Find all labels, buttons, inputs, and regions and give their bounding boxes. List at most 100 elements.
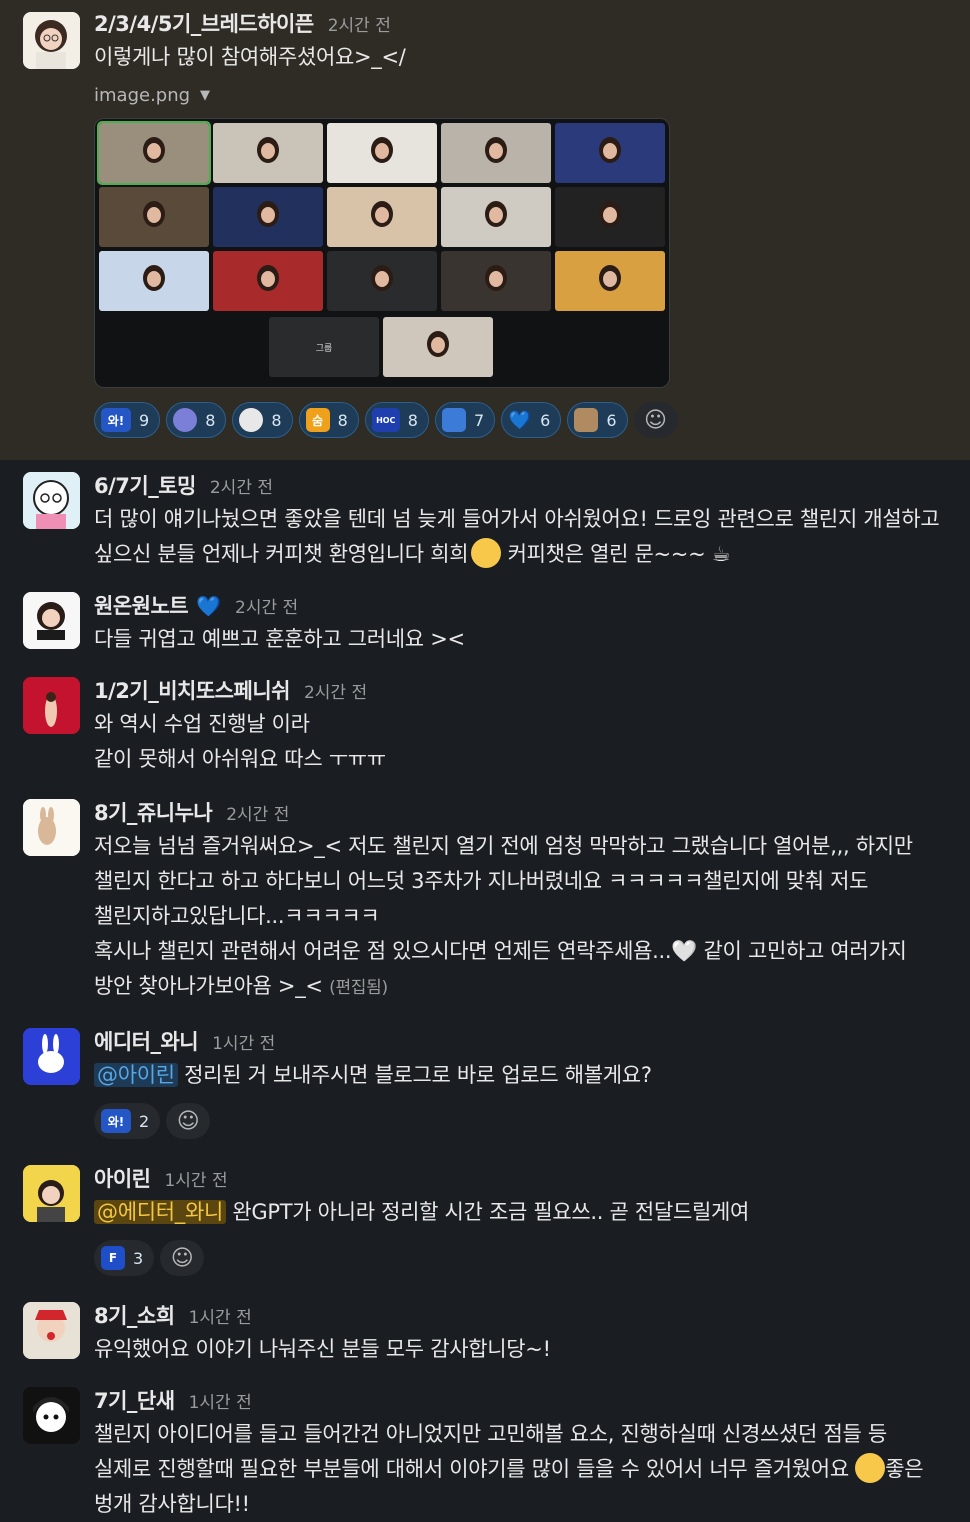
file-name: image.png — [94, 85, 191, 106]
message-text-part: 정리된 거 보내주시면 블로그로 바로 업로드 해볼게요? — [177, 1063, 652, 1087]
add-reaction-icon[interactable]: ☺ — [633, 402, 678, 438]
timestamp[interactable]: 1시간 전 — [212, 1029, 275, 1054]
reaction-pill[interactable]: 💙 6 — [501, 402, 562, 438]
reaction-count: 8 — [271, 410, 282, 430]
reaction-pill[interactable]: 와! 2 — [94, 1103, 161, 1139]
video-tile — [213, 187, 323, 247]
coffee-emoji-icon: ☕ — [711, 542, 731, 566]
timestamp[interactable]: 2시간 전 — [328, 11, 391, 36]
blob-emoji-icon — [173, 408, 198, 432]
reaction-count: 8 — [407, 410, 418, 430]
message-text: 같이 못해서 아쉬워요 따스 ㅜㅠㅠ — [94, 747, 386, 771]
reaction-pill[interactable]: 8 — [166, 402, 227, 438]
relieved-emoji-icon — [855, 1453, 886, 1483]
message-text: 더 많이 얘기나눴으면 좋았을 텐데 넘 늦게 들어가서 아쉬웠어요! 드로잉 … — [94, 502, 950, 572]
reaction-count: 9 — [139, 410, 150, 430]
message-text: 다들 귀엽고 예쁘고 훈훈하고 그러네요 >< — [94, 627, 465, 651]
video-tile — [213, 123, 323, 183]
user-mention[interactable]: @아이린 — [94, 1063, 178, 1087]
sender-name[interactable]: 7기_단새 — [94, 1385, 175, 1415]
message-item: 아이린 1시간 전 @에디터_와니 완GPT가 아니라 정리할 시간 조금 필요… — [0, 1149, 970, 1286]
message-text: @에디터_와니 완GPT가 아니라 정리할 시간 조금 필요쓰.. 곧 전달드릴… — [94, 1195, 950, 1230]
reaction-count: 7 — [473, 410, 485, 430]
face-emoji-icon — [239, 408, 264, 432]
timestamp[interactable]: 2시간 전 — [304, 678, 367, 703]
avatar[interactable] — [23, 677, 80, 734]
message-text: @아이린 정리된 거 보내주시면 블로그로 바로 업로드 해볼게요? — [94, 1058, 950, 1093]
timestamp[interactable]: 1시간 전 — [189, 1388, 252, 1413]
reaction-bar: F3 ☺ — [94, 1240, 950, 1276]
sender-name[interactable]: 8기_소희 — [94, 1300, 175, 1330]
message-text: 저오늘 넘넘 즐거워써요>_< 저도 챌린지 열기 전에 엄청 막막하고 그랬습… — [94, 834, 913, 928]
white-heart-icon: 🤍 — [671, 939, 698, 963]
avatar[interactable] — [23, 472, 80, 529]
reaction-pill[interactable]: 6 — [567, 402, 628, 438]
message-text: 챌린지 아이디어를 들고 들어간건 아니었지만 고민해볼 요소, 진행하실때 신… — [94, 1417, 950, 1522]
video-tile — [555, 187, 665, 247]
reaction-count: 8 — [205, 410, 216, 430]
sender-name[interactable]: 1/2기_비치또스페니쉬 — [94, 675, 290, 705]
reaction-count: 6 — [606, 410, 617, 430]
message-item: 7기_단새 1시간 전 챌린지 아이디어를 들고 들어간건 아니었지만 고민해볼… — [0, 1373, 970, 1522]
message-text-part: 혹시나 챌린지 관련해서 어려운 점 있으시다면 언제든 연락주세욤... — [94, 939, 672, 963]
sender-name[interactable]: 원온원노트 — [94, 590, 189, 620]
message-item: 8기_쥬니누나 2시간 전 저오늘 넘넘 즐거워써요>_< 저도 챌린지 열기 … — [0, 783, 970, 1012]
message-item: 8기_소희 1시간 전 유익했어요 이야기 나눠주신 분들 모두 감사합니당~! — [0, 1286, 970, 1373]
blue-heart-icon: 💙 — [196, 594, 222, 618]
message-item: 6/7기_토밍 2시간 전 더 많이 얘기나눴으면 좋았을 텐데 넘 늦게 들어… — [0, 460, 970, 578]
timestamp[interactable]: 1시간 전 — [164, 1166, 227, 1191]
video-tile — [97, 121, 211, 185]
reaction-pill[interactable]: F3 — [94, 1240, 155, 1276]
avatar[interactable] — [23, 12, 80, 69]
video-tile — [441, 251, 551, 311]
message-text-part: 챌린지 아이디어를 들고 들어간건 아니었지만 고민해볼 요소, 진행하실때 신… — [94, 1422, 887, 1481]
avatar[interactable] — [23, 592, 80, 649]
timestamp[interactable]: 2시간 전 — [210, 473, 273, 498]
avatar[interactable] — [23, 1165, 80, 1222]
video-tile — [441, 123, 551, 183]
reaction-pill[interactable]: 7 — [434, 402, 496, 438]
hoc-emoji-icon: HOC — [371, 408, 400, 432]
edited-label: (편집됨) — [329, 978, 388, 998]
video-tile — [327, 251, 437, 311]
avatar[interactable] — [23, 1028, 80, 1085]
avatar-illustration — [23, 472, 80, 529]
message-item: 원온원노트 💙 2시간 전 다들 귀엽고 예쁘고 훈훈하고 그러네요 >< — [0, 578, 970, 663]
message-text: 이렇게나 많이 참여해주셨어요>_</ — [94, 45, 406, 69]
timestamp[interactable]: 1시간 전 — [189, 1303, 252, 1328]
puppy-emoji-icon — [574, 408, 599, 432]
message-item: 에디터_와니 1시간 전 @아이린 정리된 거 보내주시면 블로그로 바로 업로… — [0, 1012, 970, 1149]
caret-down-icon[interactable]: ▼ — [200, 88, 210, 103]
image-attachment[interactable]: 그룹 — [94, 118, 670, 388]
avatar[interactable] — [23, 799, 80, 856]
reaction-pill[interactable]: 숨8 — [298, 402, 359, 438]
reaction-pill[interactable]: 8 — [232, 402, 293, 438]
sender-name[interactable]: 2/3/4/5기_브레드하이픈 — [94, 8, 314, 38]
sugo-emoji-icon: 숨 — [305, 408, 330, 432]
avatar-illustration — [23, 799, 80, 856]
sender-name[interactable]: 6/7기_토밍 — [94, 470, 196, 500]
reaction-pill[interactable]: 와! 9 — [94, 402, 161, 438]
video-tile — [99, 251, 209, 311]
sender-name[interactable]: 에디터_와니 — [94, 1026, 199, 1056]
avatar[interactable] — [23, 1302, 80, 1359]
add-reaction-icon[interactable]: ☺ — [160, 1240, 205, 1276]
timestamp[interactable]: 2시간 전 — [226, 800, 289, 825]
reaction-pill[interactable]: HOC 8 — [364, 402, 429, 438]
video-tile — [327, 123, 437, 183]
blush-emoji-icon — [471, 538, 502, 568]
add-reaction-icon[interactable]: ☺ — [166, 1103, 211, 1139]
avatar-illustration — [23, 1165, 80, 1222]
sender-name[interactable]: 아이린 — [94, 1163, 151, 1193]
message-text: 와 역시 수업 진행날 이라 — [94, 712, 310, 736]
user-mention[interactable]: @에디터_와니 — [94, 1200, 226, 1224]
video-tile — [213, 251, 323, 311]
file-header[interactable]: image.png ▼ — [94, 85, 950, 106]
avatar-illustration — [23, 12, 80, 69]
avatar[interactable] — [23, 1387, 80, 1444]
avatar-illustration — [23, 1028, 80, 1085]
video-tile — [555, 123, 665, 183]
timestamp[interactable]: 2시간 전 — [235, 593, 298, 618]
sender-name[interactable]: 8기_쥬니누나 — [94, 797, 213, 827]
f-emoji-icon: F — [101, 1246, 125, 1270]
